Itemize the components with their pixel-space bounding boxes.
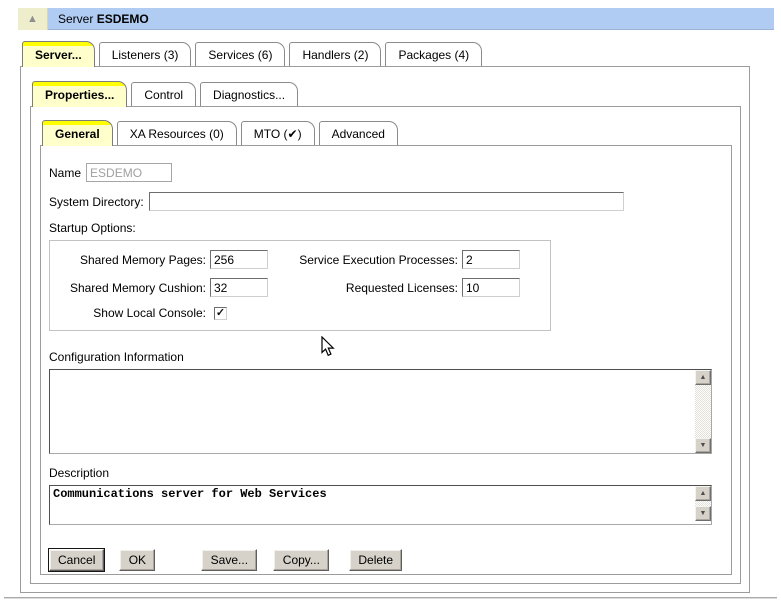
tab-control[interactable]: Control: [131, 82, 196, 106]
description-textarea[interactable]: Communications server for Web Services: [50, 486, 695, 524]
configuration-scrollbar[interactable]: ▲ ▼: [695, 370, 711, 453]
server-name: ESDEMO: [97, 12, 149, 26]
header-bar: ▲ Server ESDEMO: [18, 8, 774, 30]
collapse-triangle-icon[interactable]: ▲: [18, 8, 48, 30]
startup-options-group: Shared Memory Pages: Service Execution P…: [49, 240, 551, 331]
name-row: Name: [49, 163, 731, 182]
server-panel: Properties... Control Diagnostics... Gen…: [20, 66, 750, 593]
description-label: Description: [49, 466, 731, 480]
server-tabrow: Server... Listeners (3) Services (6) Han…: [20, 40, 750, 66]
system-directory-label: System Directory:: [49, 195, 144, 209]
save-button[interactable]: Save...: [201, 549, 257, 571]
scroll-down-icon[interactable]: ▼: [695, 506, 711, 521]
server-admin-page: ▲ Server ESDEMO Server... Listeners (3) …: [0, 0, 781, 608]
shared-memory-pages-label: Shared Memory Pages:: [50, 253, 210, 267]
startup-row-3: Show Local Console: ✓: [50, 306, 550, 320]
ok-button[interactable]: OK: [119, 549, 155, 571]
show-local-console-checkbox[interactable]: ✓: [214, 307, 227, 320]
section-tabrow: Properties... Control Diagnostics...: [30, 80, 741, 106]
tab-general[interactable]: General: [42, 120, 113, 146]
properties-panel: General XA Resources (0) MTO (✔) Advance…: [30, 106, 741, 584]
configuration-information-textarea[interactable]: [50, 370, 695, 453]
section-tab-level: Properties... Control Diagnostics... Gen…: [30, 80, 741, 584]
tab-packages[interactable]: Packages (4): [385, 42, 482, 66]
requested-licenses-input[interactable]: [462, 278, 520, 297]
shared-memory-pages-input[interactable]: [210, 250, 268, 269]
tab-server[interactable]: Server...: [22, 41, 95, 67]
configuration-information-label: Configuration Information: [49, 350, 731, 364]
tab-xa-resources[interactable]: XA Resources (0): [117, 121, 237, 145]
system-directory-row: System Directory:: [49, 192, 731, 211]
button-row: Cancel OK Save... Copy... Delete: [49, 549, 731, 571]
scroll-up-icon[interactable]: ▲: [695, 370, 711, 385]
tab-diagnostics[interactable]: Diagnostics...: [200, 82, 298, 106]
detail-tabrow: General XA Resources (0) MTO (✔) Advance…: [40, 119, 732, 145]
name-input: [86, 163, 172, 182]
startup-row-1: Shared Memory Pages: Service Execution P…: [50, 250, 550, 269]
name-label: Name: [49, 166, 81, 180]
tab-services[interactable]: Services (6): [195, 42, 285, 66]
copy-button[interactable]: Copy...: [273, 549, 329, 571]
tab-handlers[interactable]: Handlers (2): [289, 42, 381, 66]
scroll-down-icon[interactable]: ▼: [695, 438, 711, 453]
scroll-track[interactable]: [695, 385, 711, 438]
show-local-console-label: Show Local Console:: [50, 306, 210, 320]
service-execution-processes-label: Service Execution Processes:: [276, 253, 462, 267]
detail-tab-level: General XA Resources (0) MTO (✔) Advance…: [40, 119, 732, 575]
tab-advanced[interactable]: Advanced: [319, 121, 398, 145]
cancel-button[interactable]: Cancel: [49, 549, 104, 571]
general-form: Name System Directory: Startup Options:: [41, 146, 731, 574]
shared-memory-cushion-label: Shared Memory Cushion:: [50, 281, 210, 295]
description-box: Communications server for Web Services ▲…: [49, 485, 712, 525]
system-directory-input[interactable]: [149, 192, 624, 211]
general-panel: Name System Directory: Startup Options:: [40, 145, 732, 575]
page-title: Server ESDEMO: [48, 8, 774, 30]
startup-options-label: Startup Options:: [49, 221, 731, 235]
startup-row-2: Shared Memory Cushion: Requested License…: [50, 278, 550, 297]
delete-button[interactable]: Delete: [349, 549, 402, 571]
description-scrollbar[interactable]: ▲ ▼: [695, 486, 711, 524]
shared-memory-cushion-input[interactable]: [210, 278, 268, 297]
page-bottom-divider: [4, 597, 777, 599]
scroll-up-icon[interactable]: ▲: [695, 486, 711, 501]
service-execution-processes-input[interactable]: [462, 250, 520, 269]
page-title-prefix: Server: [58, 12, 97, 26]
tab-listeners[interactable]: Listeners (3): [99, 42, 192, 66]
configuration-information-box: ▲ ▼: [49, 369, 712, 454]
server-tab-level: Server... Listeners (3) Services (6) Han…: [20, 40, 750, 593]
requested-licenses-label: Requested Licenses:: [276, 281, 462, 295]
tab-mto[interactable]: MTO (✔): [241, 121, 315, 145]
tab-properties[interactable]: Properties...: [32, 81, 127, 107]
